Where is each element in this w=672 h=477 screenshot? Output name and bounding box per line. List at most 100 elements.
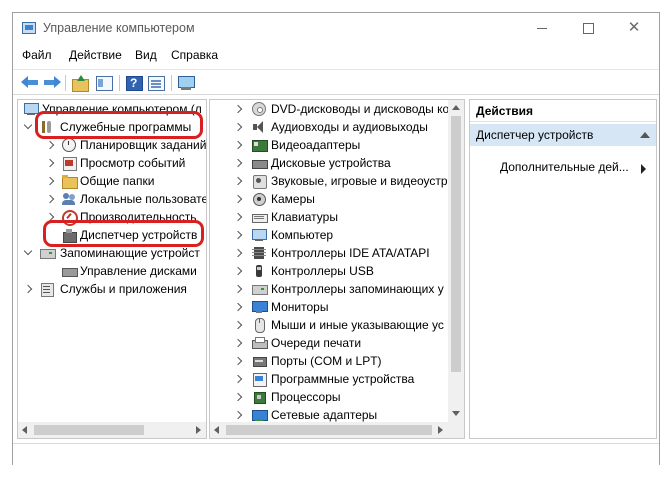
scroll-down-icon[interactable] [452,411,460,416]
users-icon [62,192,76,206]
horizontal-scrollbar[interactable] [18,422,206,438]
menu-action[interactable]: Действие [69,48,122,62]
clock-icon [62,138,76,152]
chevron-right-icon[interactable] [24,280,34,298]
device-category-label: Компьютер [271,228,334,242]
tree-item-label: Планировщик заданий [80,138,207,152]
device-category-label: Программные устройства [271,372,415,386]
help-icon[interactable] [125,74,143,92]
chevron-right-icon[interactable] [234,226,244,244]
scroll-left-icon[interactable] [22,426,27,434]
chevron-right-icon[interactable] [234,352,244,370]
tree-item-label: Запоминающие устройст [60,246,200,260]
actions-group-device-manager[interactable]: Диспетчер устройств [470,124,656,146]
chevron-right-icon[interactable] [234,154,244,172]
menu-view[interactable]: Вид [135,48,157,62]
disk-icon [62,264,78,278]
window-title: Управление компьютером [43,21,195,35]
chevron-down-icon[interactable] [24,118,34,136]
scroll-up-icon[interactable] [452,105,460,110]
device-category-label: Контроллеры USB [271,264,374,278]
device-manager-icon [62,228,77,243]
tree-item-label: Локальные пользовате [80,192,207,206]
print-queue-icon [252,336,268,350]
properties-icon[interactable] [147,74,165,92]
device-category-label: Мониторы [271,300,329,314]
navigation-tree-pane: Управление компьютером (л Служебные прог… [17,99,207,439]
chevron-right-icon[interactable] [234,388,244,406]
minimize-button[interactable] [519,13,565,44]
chevron-right-icon[interactable] [46,208,56,226]
scrollbar-thumb[interactable] [226,425,432,435]
chevron-down-icon[interactable] [24,244,34,262]
keyboard-icon [252,210,268,224]
device-list-pane: DVD-дисководы и дисководы ко Аудиовходы и… [209,99,465,439]
arrow-left-icon[interactable] [21,74,39,92]
status-bar [13,443,659,465]
monitor-icon[interactable] [177,74,195,92]
tree-item-label: Службы и приложения [60,282,187,296]
chevron-right-icon[interactable] [46,172,56,190]
device-category-label: Аудиовходы и аудиовыходы [271,120,428,134]
mouse-icon [252,318,266,333]
toolbar-separator [171,75,172,91]
tree-item-label: Просмотр событий [80,156,186,170]
chevron-right-icon[interactable] [234,298,244,316]
chevron-right-icon[interactable] [234,334,244,352]
computer-management-icon [22,22,36,34]
vertical-scrollbar[interactable] [448,100,464,422]
device-category-label: Процессоры [271,390,341,404]
ports-icon [252,354,267,368]
show-tree-icon[interactable] [95,74,113,92]
chevron-right-icon[interactable] [46,136,56,154]
device-category-label: Дисковые устройства [271,156,391,170]
device-category-label: Контроллеры запоминающих у [271,282,444,296]
tree-item-label: Производительность [80,210,197,224]
chevron-right-icon[interactable] [234,190,244,208]
scrollbar-thumb[interactable] [34,425,144,435]
chevron-right-icon[interactable] [234,208,244,226]
audio-icon [252,120,266,134]
horizontal-scrollbar[interactable] [210,422,464,438]
chevron-right-icon[interactable] [234,172,244,190]
chevron-right-icon[interactable] [234,370,244,388]
menu-bar: Файл Действие Вид Справка [13,46,659,66]
device-category-label: Контроллеры IDE ATA/ATAPI [271,246,430,260]
device-category-label: Очереди печати [271,336,362,350]
chevron-right-icon[interactable] [234,262,244,280]
scroll-left-icon[interactable] [214,426,219,434]
close-button[interactable]: ✕ [611,13,657,44]
chevron-right-icon[interactable] [234,244,244,262]
chevron-right-icon[interactable] [46,190,56,208]
actions-header: Действия [470,100,656,122]
menu-file[interactable]: Файл [22,48,52,62]
chevron-right-icon[interactable] [234,136,244,154]
scrollbar-thumb[interactable] [451,116,461,372]
tools-icon [40,120,54,134]
menu-help[interactable]: Справка [171,48,218,62]
submenu-arrow-icon[interactable] [641,164,646,174]
chevron-right-icon[interactable] [234,316,244,334]
storage-icon [40,246,56,260]
toolbar [13,69,659,95]
scroll-right-icon[interactable] [438,426,443,434]
processor-icon [252,390,266,404]
arrow-right-icon[interactable] [43,74,61,92]
scroll-right-icon[interactable] [196,426,201,434]
device-category-label: Звуковые, игровые и видеоустр [271,174,448,188]
more-actions-link[interactable]: Дополнительные дей... [500,160,629,174]
ide-controller-icon [252,246,266,260]
chevron-right-icon[interactable] [234,118,244,136]
storage-controller-icon [252,282,268,296]
maximize-button[interactable] [565,13,611,44]
chevron-right-icon[interactable] [234,100,244,118]
display-adapter-icon [252,138,268,152]
toolbar-separator [65,75,66,91]
chevron-right-icon[interactable] [234,280,244,298]
usb-icon [252,264,266,278]
folder-up-icon[interactable] [71,74,89,92]
collapse-up-icon[interactable] [640,132,650,138]
title-bar[interactable]: Управление компьютером ✕ [13,13,659,44]
chevron-right-icon[interactable] [46,154,56,172]
camera-icon [252,192,266,206]
